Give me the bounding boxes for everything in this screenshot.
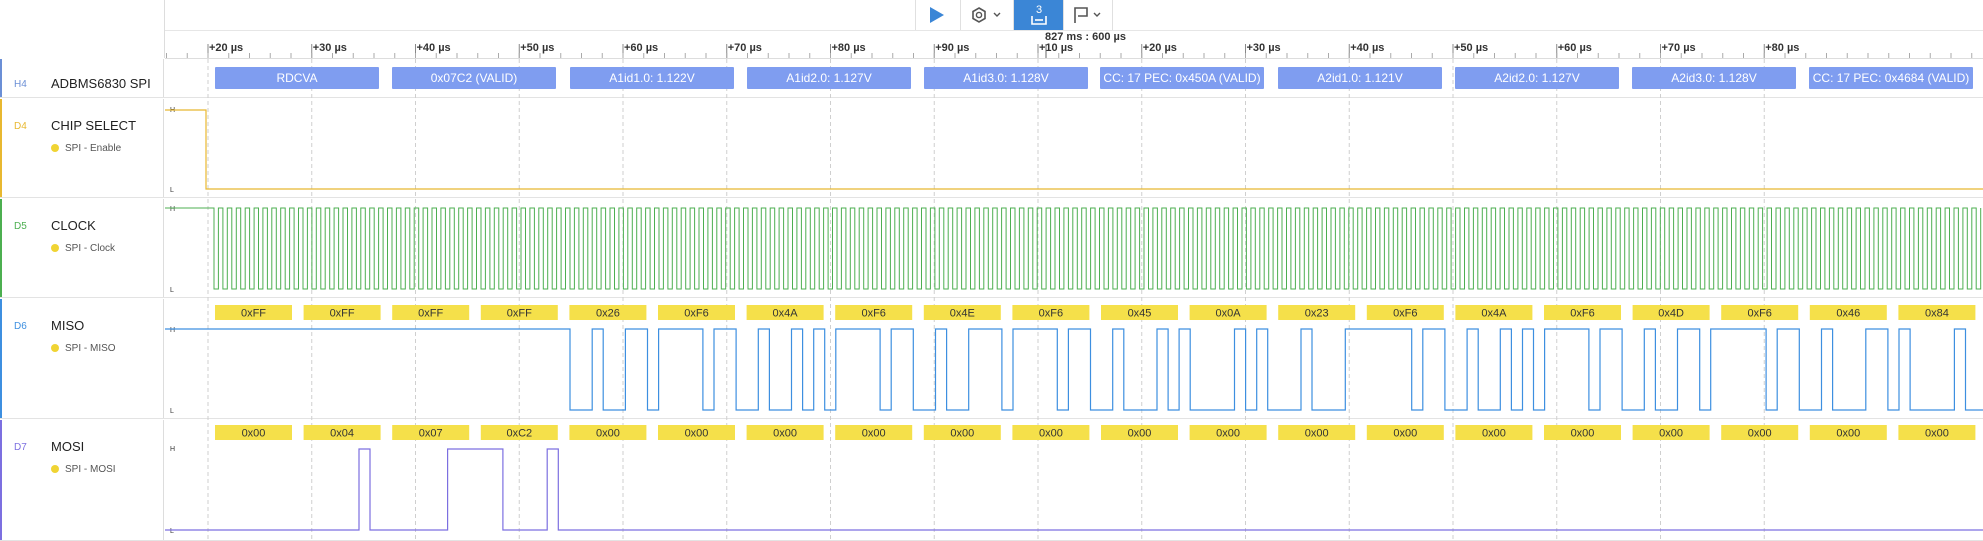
miso-byte-label: 0x45 <box>1128 308 1152 320</box>
mosi-byte-label: 0x00 <box>1216 428 1240 440</box>
mosi-byte-label: 0x00 <box>1659 428 1683 440</box>
spi-frame-label: A2id2.0: 1.127V <box>1494 71 1579 85</box>
mosi-byte-label: 0xC2 <box>506 428 532 440</box>
miso-byte-label: 0x84 <box>1925 308 1949 320</box>
miso-byte-label: 0x4D <box>1658 308 1684 320</box>
miso-byte-label: 0xFF <box>507 308 532 320</box>
mosi-byte-label: 0x00 <box>1128 428 1152 440</box>
spi-frame-label: A1id1.0: 1.122V <box>609 71 694 85</box>
high-level-label: H <box>170 446 175 453</box>
miso-byte-label: 0xF6 <box>1039 308 1063 320</box>
mosi-byte-label: 0x00 <box>242 428 266 440</box>
spi-frame-label: A1id3.0: 1.128V <box>963 71 1048 85</box>
miso-byte-label: 0x4A <box>773 308 799 320</box>
miso-byte-label: 0x0A <box>1216 308 1242 320</box>
miso-byte-label: 0xFF <box>418 308 443 320</box>
low-level-label: L <box>170 187 174 194</box>
miso-byte-label: 0x4E <box>950 308 975 320</box>
miso-byte-label: 0xFF <box>241 308 266 320</box>
spi-frame-label: CC: 17 PEC: 0x4684 (VALID) <box>1813 71 1970 85</box>
mosi-byte-label: 0x00 <box>1748 428 1772 440</box>
mosi-byte-label: 0x00 <box>1039 428 1063 440</box>
spi-frame-label: 0x07C2 (VALID) <box>431 71 517 85</box>
mosi-byte-label: 0x00 <box>862 428 886 440</box>
mosi-byte-label: 0x00 <box>1571 428 1595 440</box>
spi-frame-label: A2id1.0: 1.121V <box>1317 71 1402 85</box>
mosi-byte-label: 0x04 <box>330 428 354 440</box>
mosi-byte-label: 0x00 <box>950 428 974 440</box>
low-level-label: L <box>170 408 174 415</box>
high-level-label: H <box>170 206 175 213</box>
waveform-area[interactable]: RDCVA 0x07C2 (VALID) A1id1.0: 1.122V A1id2.… <box>0 0 1983 541</box>
mosi-byte-label: 0x00 <box>1482 428 1506 440</box>
miso-waveform <box>165 328 1983 411</box>
mosi-byte-label: 0x00 <box>1836 428 1860 440</box>
miso-byte-label: 0xF6 <box>1570 308 1594 320</box>
logic-analyzer-window: 3 827 ms : 600 µs +20 µs +30 µs +40 µs +50 … <box>0 0 1983 541</box>
miso-byte-label: 0xF6 <box>684 308 708 320</box>
low-level-label: L <box>170 528 174 535</box>
clock-waveform <box>165 207 1982 290</box>
mosi-byte-label: 0x00 <box>773 428 797 440</box>
spi-frame-label: A1id2.0: 1.127V <box>786 71 871 85</box>
mosi-byte-label: 0x00 <box>685 428 709 440</box>
miso-byte-label: 0x26 <box>596 308 620 320</box>
spi-frame-label: CC: 17 PEC: 0x450A (VALID) <box>1103 71 1260 85</box>
low-level-label: L <box>170 287 174 294</box>
mosi-byte-label: 0x00 <box>596 428 620 440</box>
miso-byte-label: 0x46 <box>1836 308 1860 320</box>
mosi-waveform <box>165 448 1983 531</box>
spi-frame-label: A2id3.0: 1.128V <box>1671 71 1756 85</box>
mosi-byte-label: 0x07 <box>419 428 443 440</box>
high-level-label: H <box>170 327 175 334</box>
miso-byte-label: 0xF6 <box>861 308 885 320</box>
spi-frame-label: RDCVA <box>276 71 317 85</box>
mosi-byte-label: 0x00 <box>1393 428 1417 440</box>
miso-byte-label: 0xF6 <box>1393 308 1417 320</box>
miso-byte-label: 0x4A <box>1481 308 1507 320</box>
mosi-byte-label: 0x00 <box>1925 428 1949 440</box>
chip-select-waveform <box>165 109 1983 190</box>
miso-byte-label: 0xFF <box>330 308 355 320</box>
mosi-byte-label: 0x00 <box>1305 428 1329 440</box>
miso-byte-label: 0x23 <box>1305 308 1329 320</box>
miso-byte-label: 0xF6 <box>1747 308 1771 320</box>
